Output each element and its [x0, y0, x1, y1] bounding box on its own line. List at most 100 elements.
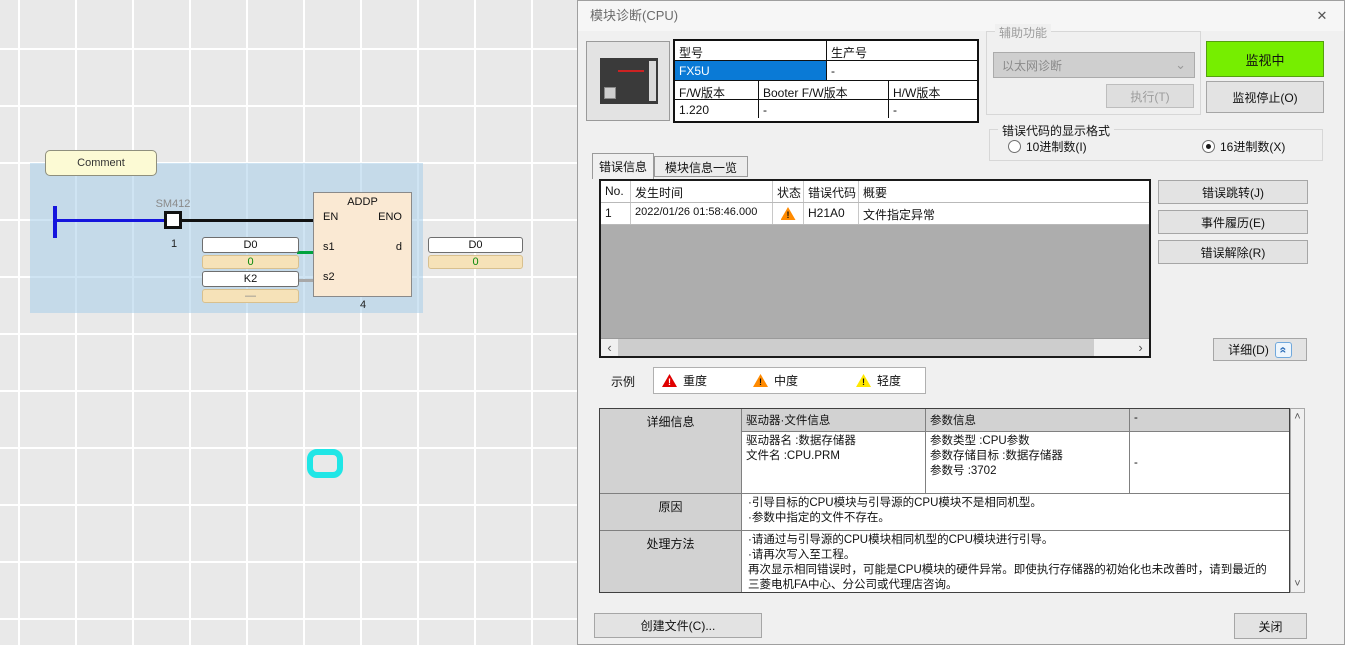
wire-left-blue [57, 219, 164, 222]
hscroll-thumb[interactable] [618, 339, 1094, 356]
error-table: No. 发生时间 状态 错误代码 概要 1 2022/01/26 01:58:4… [599, 179, 1151, 358]
contact-step-number: 1 [167, 238, 181, 250]
pin-en: EN [323, 211, 338, 223]
radio-hex-circle[interactable] [1202, 140, 1215, 153]
col-booter-header: Booter F/W版本 [759, 81, 889, 99]
chevron-down-icon: ⌄ [1175, 57, 1186, 73]
radio-decimal-circle[interactable] [1008, 140, 1021, 153]
close-icon[interactable]: ✕ [1311, 6, 1333, 26]
error-table-empty-area [601, 225, 1149, 338]
monitor-stop-button[interactable]: 监视停止(O) [1206, 81, 1324, 113]
scroll-down-icon[interactable]: ˅ [1291, 577, 1304, 591]
tab-error-info[interactable]: 错误信息 [592, 153, 654, 179]
radio-hex[interactable]: 16进制数(X) [1202, 138, 1285, 155]
cpu-unit-shape [600, 58, 658, 104]
operand-s1-device[interactable]: D0 [202, 237, 299, 253]
monitoring-button[interactable]: 监视中 [1206, 41, 1324, 77]
error-clear-button[interactable]: 错误解除(R) [1158, 240, 1308, 264]
scroll-right-icon[interactable]: › [1132, 339, 1149, 355]
header-no: No. [601, 181, 631, 202]
create-file-button[interactable]: 创建文件(C)... [594, 613, 762, 638]
legend-severe: ! 重度 [662, 372, 707, 389]
comment-text: Comment [77, 157, 125, 169]
execute-button[interactable]: 执行(T) [1106, 84, 1194, 108]
operand-d-device[interactable]: D0 [428, 237, 523, 253]
operand-d-device-text: D0 [468, 239, 482, 251]
detail-table-vscrollbar[interactable]: ˄ ˅ [1290, 408, 1305, 593]
radio-hex-label: 16进制数(X) [1220, 140, 1285, 154]
detail-button[interactable]: 详细(D) « [1213, 338, 1307, 361]
ladder-editor-canvas[interactable]: Comment SM412 1 3 D0 0 K2 — ADDP EN ENO … [0, 0, 577, 645]
error-clear-label: 错误解除(R) [1201, 244, 1266, 261]
cell-status: ! [773, 203, 804, 224]
cause-line-1: ·引导目标的CPU模块与引导源的CPU模块不是相同机型。 [748, 496, 1283, 511]
legend-moderate: ! 中度 [753, 372, 798, 389]
action-text: ·请通过与引导源的CPU模块相同机型的CPU模块进行引导。 ·请再次写入至工程。… [742, 531, 1289, 592]
contact-sm412[interactable] [164, 211, 182, 229]
legend-minor: ! 轻度 [856, 372, 901, 389]
detail-info-label: 详细信息 [600, 409, 742, 493]
hw-value-cell[interactable]: - [889, 100, 977, 118]
operand-s2-device[interactable]: K2 [202, 271, 299, 287]
dialog-title: 模块诊断(CPU) [590, 1, 678, 31]
scroll-left-icon[interactable]: ‹ [601, 339, 618, 355]
drive-file-cell: 驱动器名 :数据存储器 文件名 :CPU.PRM [742, 432, 926, 493]
action-line-2: ·请再次写入至工程。 [748, 548, 1283, 563]
tab-error-info-label: 错误信息 [599, 160, 647, 174]
cause-text: ·引导目标的CPU模块与引导源的CPU模块不是相同机型。 ·参数中指定的文件不存… [742, 494, 1289, 530]
fw-value-cell[interactable]: 1.220 [675, 100, 759, 118]
drive-name-line: 驱动器名 :数据存储器 [746, 434, 921, 449]
cell-code: H21A0 [804, 203, 859, 224]
param-no-line: 参数号 :3702 [930, 464, 1125, 479]
tab-module-info-list[interactable]: 模块信息一览 [654, 156, 748, 177]
pin-d: d [396, 241, 402, 253]
collapse-detail-glyph: « [1277, 346, 1289, 353]
radio-decimal[interactable]: 10进制数(I) [1008, 138, 1087, 155]
module-info-table: 型号 生产号 FX5U - F/W版本 Booter F/W版本 H/W版本 1… [673, 39, 979, 123]
minor-warning-icon: ! [856, 374, 871, 387]
header-status: 状态 [773, 181, 804, 202]
pin-s2: s2 [323, 271, 335, 283]
booter-value-cell[interactable]: - [759, 100, 889, 118]
power-rail [53, 206, 57, 238]
col-hw-header: H/W版本 [889, 81, 977, 99]
cursor-marker [307, 449, 343, 478]
legend-label: 示例 [611, 373, 635, 390]
scroll-up-icon[interactable]: ˄ [1291, 410, 1304, 424]
legend-moderate-label: 中度 [774, 372, 798, 389]
extra-cell: - [1130, 432, 1289, 493]
error-detail-table: 详细信息 驱动器·文件信息 参数信息 - 驱动器名 :数据存储器 文件名 :CP… [599, 408, 1290, 593]
screen: Comment SM412 1 3 D0 0 K2 — ADDP EN ENO … [0, 0, 1345, 645]
cpu-side-strip [649, 61, 656, 101]
ladder-comment-box[interactable]: Comment [45, 150, 157, 176]
serial-value-cell[interactable]: - [827, 61, 977, 80]
operand-d-monitor-value: 0 [428, 255, 523, 269]
cause-line-2: ·参数中指定的文件不存在。 [748, 511, 1283, 526]
create-file-label: 创建文件(C)... [641, 617, 716, 634]
header-code: 错误代码 [804, 181, 859, 202]
pin-eno: ENO [378, 211, 402, 223]
action-line-4: 三菱电机FA中心、分公司或代理店咨询。 [748, 578, 1283, 592]
col-fw-header: F/W版本 [675, 81, 759, 99]
monitoring-label: 监视中 [1245, 50, 1284, 69]
diagnostics-combo[interactable]: 以太网诊断 ⌄ [993, 52, 1195, 78]
contact-device-label: SM412 [140, 198, 206, 210]
param-type-line: 参数类型 :CPU参数 [930, 434, 1125, 449]
collapse-detail-icon[interactable]: « [1275, 342, 1292, 358]
operand-s1-device-text: D0 [243, 239, 257, 251]
operand-s2-device-text: K2 [244, 273, 257, 285]
model-value-cell[interactable]: FX5U [675, 61, 827, 80]
monitor-stop-label: 监视停止(O) [1232, 89, 1297, 106]
error-table-row[interactable]: 1 2022/01/26 01:58:46.000 ! H21A0 文件指定异常 [601, 203, 1149, 225]
function-block-addp[interactable]: ADDP EN ENO s1 d s2 [313, 192, 412, 297]
code-format-group: 错误代码的显示格式 10进制数(I) 16进制数(X) [989, 129, 1323, 161]
action-label: 处理方法 [600, 531, 742, 592]
close-button[interactable]: 关闭 [1234, 613, 1307, 639]
error-jump-button[interactable]: 错误跳转(J) [1158, 180, 1308, 204]
param-target-line: 参数存储目标 :数据存储器 [930, 449, 1125, 464]
dialog-title-bar[interactable]: 模块诊断(CPU) ✕ [578, 1, 1344, 31]
error-table-hscrollbar[interactable]: ‹ › [601, 338, 1149, 356]
wire-contact-to-block [182, 219, 313, 222]
cpu-red-stripe [618, 70, 644, 72]
event-history-button[interactable]: 事件履历(E) [1158, 210, 1308, 234]
